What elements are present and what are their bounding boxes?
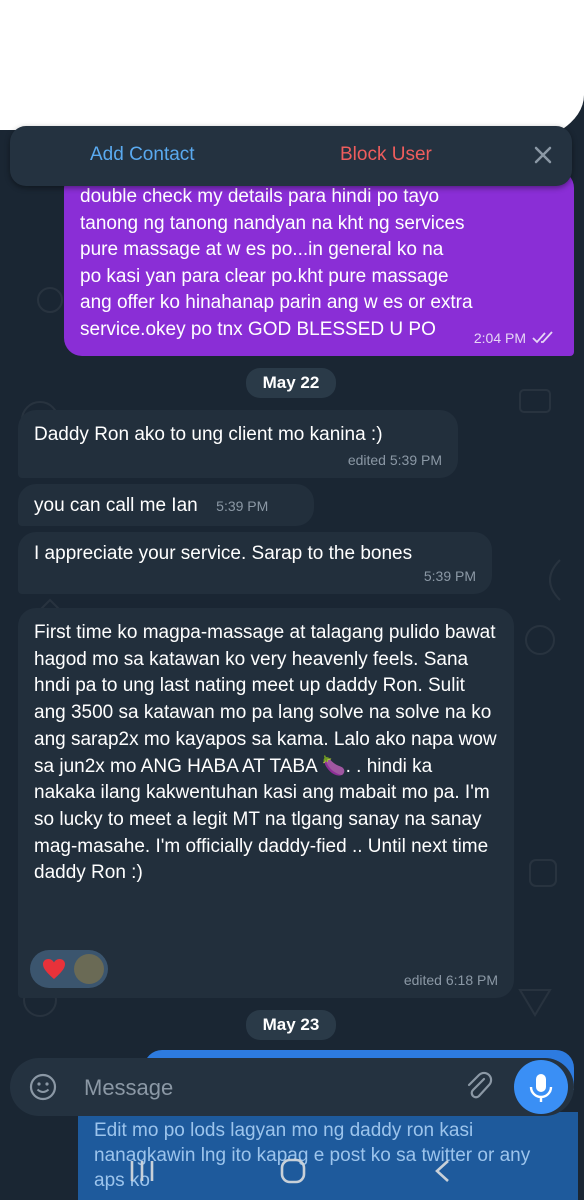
message-time: 5:39 PM (423, 568, 476, 584)
emoji-icon[interactable] (28, 1072, 58, 1102)
message-meta: 2:04 PM (474, 330, 556, 346)
message-time: 5:39 PM (216, 498, 269, 514)
message-text: double check my details para hindi po ta… (80, 186, 473, 340)
double-check-icon (532, 331, 553, 344)
message-input[interactable] (82, 1070, 446, 1106)
date-separator: May 22 (246, 368, 336, 398)
message-time: edited 5:39 PM (347, 452, 442, 468)
message-reactions[interactable] (30, 950, 108, 988)
message-text: First time ko magpa-massage at talagang … (34, 622, 497, 884)
message-time: 2:04 PM (473, 330, 526, 346)
message-text: Daddy Ron ako to ung client mo kanina :) (34, 424, 383, 445)
incoming-message[interactable]: First time ko magpa-massage at talagang … (18, 608, 514, 998)
add-contact-button[interactable]: Add Contact (90, 144, 195, 166)
close-icon[interactable] (532, 144, 554, 166)
voice-record-button[interactable] (514, 1060, 568, 1114)
system-navigation-bar (0, 1138, 584, 1200)
back-icon[interactable] (430, 1158, 456, 1184)
home-icon[interactable] (278, 1156, 308, 1186)
incoming-message[interactable]: I appreciate your service. Sarap to the … (18, 532, 492, 594)
message-time: edited 6:18 PM (403, 972, 498, 988)
message-text: I appreciate your service. Sarap to the … (34, 543, 413, 564)
incoming-message[interactable]: you can call me Ian 5:39 PM (18, 484, 314, 526)
message-composer (10, 1058, 574, 1116)
block-user-button[interactable]: Block User (340, 144, 432, 166)
mic-icon (529, 1074, 553, 1102)
attach-icon[interactable] (462, 1070, 496, 1104)
message-text: you can call me Ian (34, 495, 198, 516)
contact-action-bar: Add Contact Block User (10, 126, 572, 186)
outgoing-message[interactable]: double check my details para hindi po ta… (64, 170, 574, 356)
avatar (74, 954, 104, 984)
incoming-message[interactable]: Daddy Ron ako to ung client mo kanina :)… (18, 410, 458, 478)
heart-icon (43, 959, 65, 979)
recents-icon[interactable] (128, 1158, 156, 1184)
date-separator: May 23 (246, 1010, 336, 1040)
